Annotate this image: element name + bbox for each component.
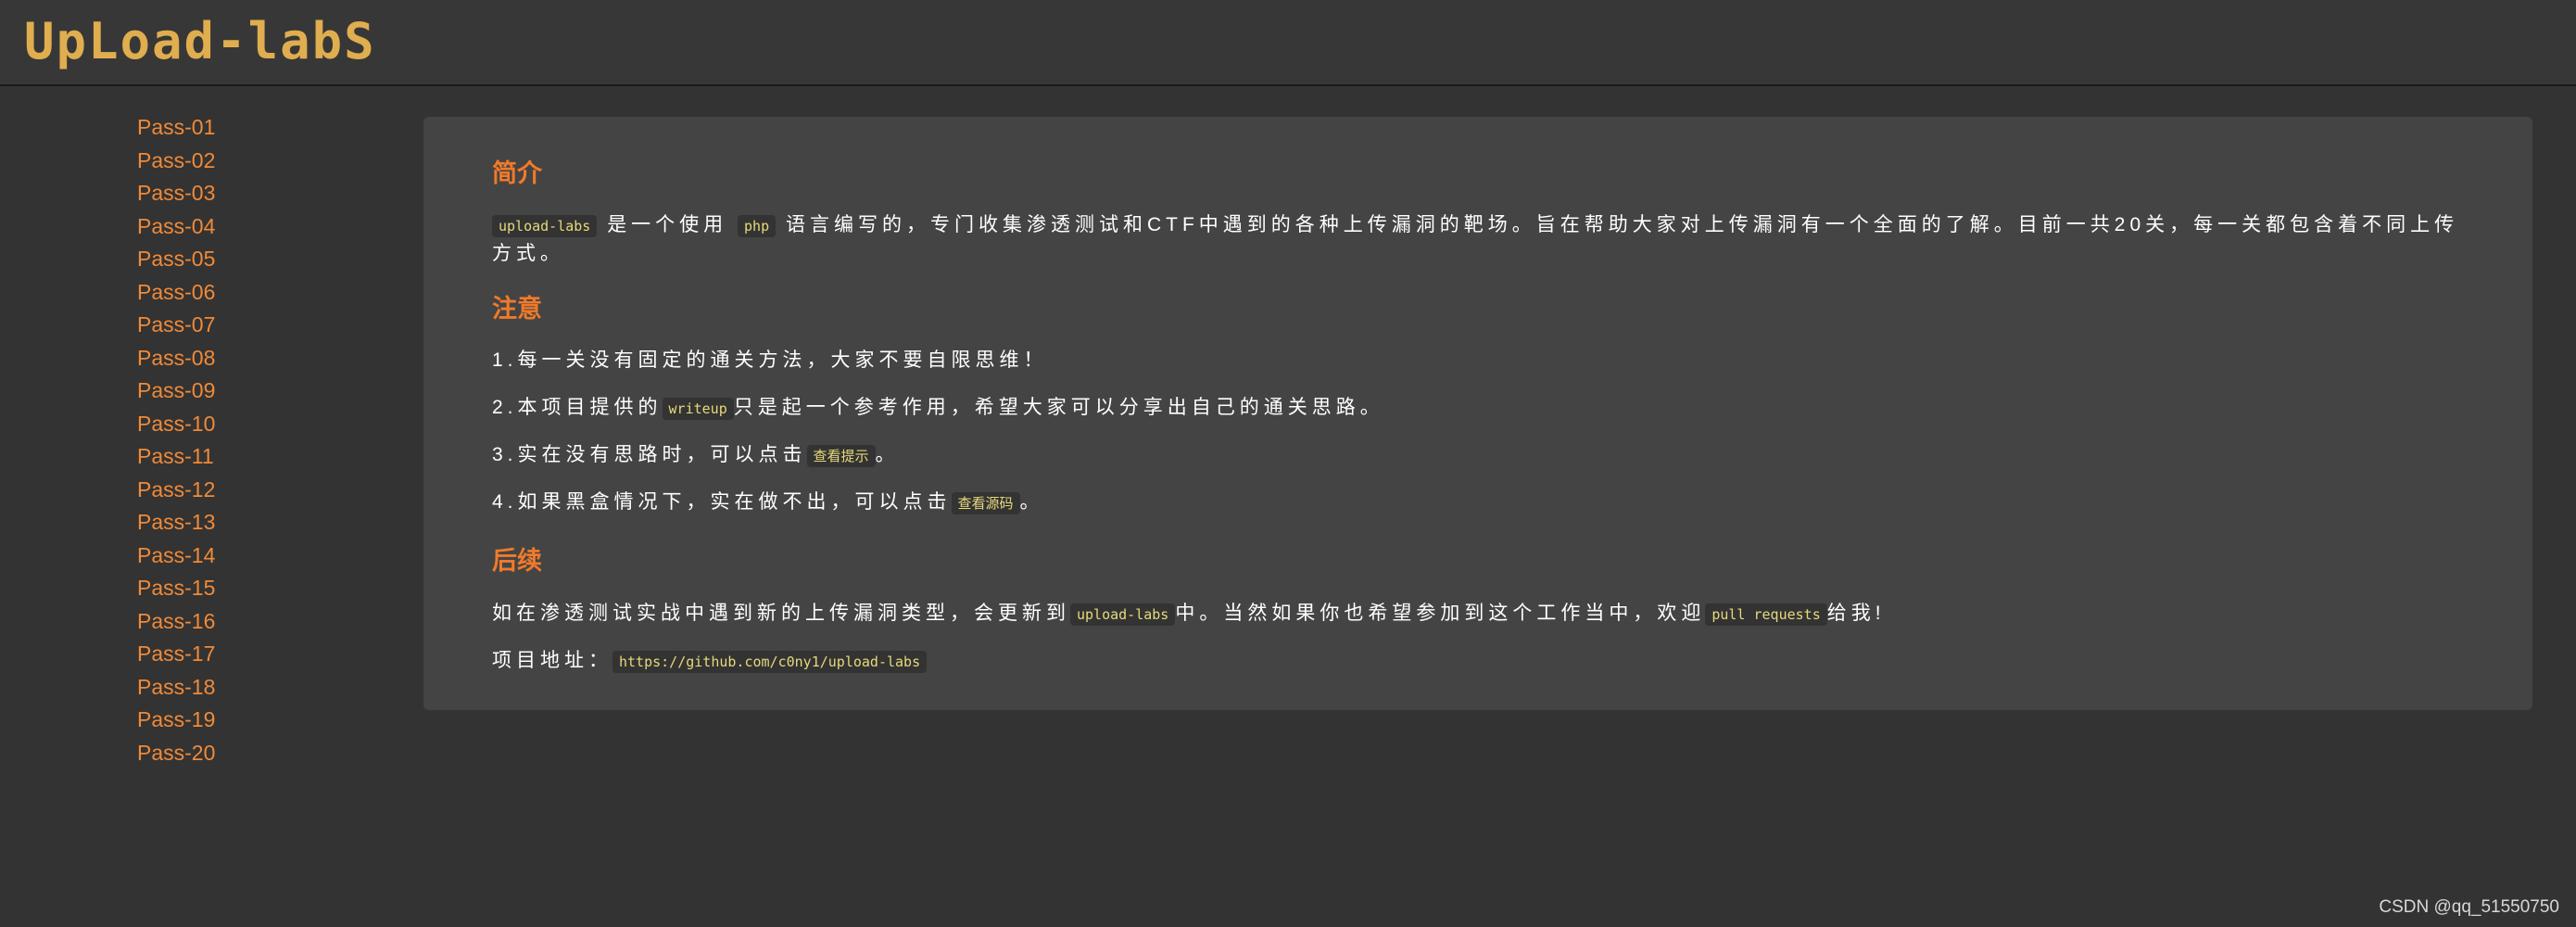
sidebar-item-pass-18[interactable]: Pass-18 — [137, 671, 215, 703]
code-writeup: writeup — [662, 398, 734, 420]
view-source-button[interactable]: 查看源码 — [951, 492, 1020, 514]
notice-line-4-text-a: 4.如果黑盒情况下，实在做不出，可以点击 — [492, 491, 952, 513]
notice-line-4: 4.如果黑盒情况下，实在做不出，可以点击 查看源码。 — [492, 489, 2466, 517]
sidebar-item-pass-17[interactable]: Pass-17 — [137, 638, 215, 669]
notice-line-2-text-b: 只是起一个参考作用，希望大家可以分享出自己的通关思路。 — [733, 397, 1384, 418]
notice-line-2: 2.本项目提供的 writeup 只是起一个参考作用，希望大家可以分享出自己的通关思… — [492, 394, 2466, 423]
notice-line-3: 3.实在没有思路时，可以点击 查看提示。 — [492, 441, 2466, 470]
sidebar-item-pass-03[interactable]: Pass-03 — [137, 177, 215, 209]
sidebar-item-pass-15[interactable]: Pass-15 — [137, 572, 215, 603]
followup-title: 后续 — [492, 547, 542, 575]
project-address: 项目地址： https://github.com/c0ny1/upload-lab… — [492, 647, 2466, 676]
sidebar-item-pass-06[interactable]: Pass-06 — [137, 276, 215, 308]
notice-line-3-text-b: 。 — [875, 444, 900, 465]
main-content-panel: 简介 upload-labs 是一个使用 php 语言编写的，专门收集渗透测试和… — [423, 117, 2532, 710]
view-hint-button[interactable]: 查看提示 — [806, 445, 876, 467]
sidebar-item-pass-09[interactable]: Pass-09 — [137, 375, 215, 406]
sidebar-item-pass-12[interactable]: Pass-12 — [137, 474, 215, 505]
project-url[interactable]: https://github.com/c0ny1/upload-labs — [612, 651, 928, 673]
sidebar-item-pass-14[interactable]: Pass-14 — [137, 540, 215, 571]
upload-labs-logo[interactable]: UpLoad-labS — [24, 13, 376, 70]
code-php: php — [738, 215, 777, 237]
sidebar-item-pass-02[interactable]: Pass-02 — [137, 145, 215, 176]
sidebar-item-pass-07[interactable]: Pass-07 — [137, 309, 215, 340]
logo-text: UpLoad-labS — [24, 12, 376, 70]
code-upload-labs-2: upload-labs — [1070, 603, 1176, 626]
notice-line-2-text-a: 2.本项目提供的 — [492, 397, 663, 418]
sidebar-item-pass-10[interactable]: Pass-10 — [137, 408, 215, 439]
code-pull-requests: pull requests — [1705, 603, 1827, 626]
followup-text-c: 给我! — [1826, 603, 1886, 624]
sidebar-item-pass-05[interactable]: Pass-05 — [137, 243, 215, 274]
sidebar-item-pass-04[interactable]: Pass-04 — [137, 210, 215, 242]
sidebar-item-pass-16[interactable]: Pass-16 — [137, 605, 215, 637]
intro-paragraph: upload-labs 是一个使用 php 语言编写的，专门收集渗透测试和CTF… — [492, 211, 2466, 267]
csdn-watermark: CSDN @qq_51550750 — [2379, 897, 2559, 917]
sidebar-item-pass-11[interactable]: Pass-11 — [137, 440, 214, 472]
sidebar-item-pass-01[interactable]: Pass-01 — [137, 111, 215, 143]
notice-line-3-text-a: 3.实在没有思路时，可以点击 — [492, 444, 807, 465]
intro-text-2: 语言编写的，专门收集渗透测试和CTF中遇到的各种上传漏洞的靶场。旨在帮助大家对上… — [492, 214, 2459, 264]
intro-text-1: 是一个使用 — [607, 214, 728, 235]
notice-line-1: 1.每一关没有固定的通关方法，大家不要自限思维！ — [492, 349, 1048, 371]
notice-title: 注意 — [492, 295, 542, 323]
sidebar-item-pass-13[interactable]: Pass-13 — [137, 506, 215, 538]
followup-text-a: 如在渗透测试实战中遇到新的上传漏洞类型，会更新到 — [492, 603, 1070, 624]
project-address-label: 项目地址： — [492, 650, 612, 671]
code-upload-labs: upload-labs — [492, 215, 598, 237]
followup-text-b: 中。当然如果你也希望参加到这个工作当中，欢迎 — [1175, 603, 1706, 624]
top-header: UpLoad-labS — [0, 0, 2576, 86]
intro-title: 简介 — [492, 159, 542, 187]
sidebar-item-pass-19[interactable]: Pass-19 — [137, 704, 215, 735]
sidebar-item-pass-08[interactable]: Pass-08 — [137, 342, 215, 374]
followup-paragraph: 如在渗透测试实战中遇到新的上传漏洞类型，会更新到 upload-labs 中。当然如… — [492, 600, 2466, 629]
sidebar-item-pass-20[interactable]: Pass-20 — [137, 737, 215, 768]
notice-line-4-text-b: 。 — [1019, 491, 1044, 513]
